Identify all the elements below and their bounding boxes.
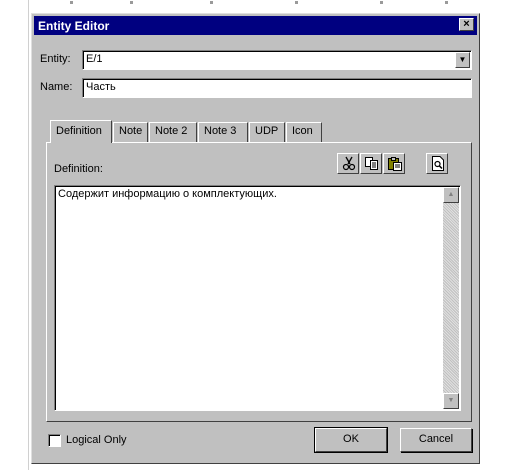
- name-input[interactable]: Часть: [82, 78, 472, 98]
- copy-icon: [365, 157, 378, 170]
- arrow-up-icon: ▲: [447, 191, 455, 198]
- tab-udp[interactable]: UDP: [249, 122, 285, 142]
- tab-note[interactable]: Note: [113, 122, 148, 142]
- cut-button[interactable]: [337, 153, 359, 174]
- cut-icon: [342, 156, 356, 171]
- dialog-title: Entity Editor: [38, 19, 110, 33]
- scroll-down-button[interactable]: ▼: [443, 393, 459, 409]
- definition-textarea[interactable]: Содержит информацию о комплектующих. ▲ ▼: [54, 185, 461, 411]
- entity-label: Entity:: [40, 53, 71, 65]
- paste-icon: [388, 157, 402, 171]
- copy-button[interactable]: [360, 153, 382, 174]
- name-label: Name:: [40, 81, 73, 93]
- tab-definition[interactable]: Definition: [50, 120, 112, 143]
- close-button[interactable]: ×: [459, 18, 474, 31]
- entity-combobox[interactable]: E/1 ▼: [82, 50, 472, 70]
- name-value: Часть: [86, 81, 116, 93]
- entity-dropdown-button[interactable]: ▼: [455, 52, 470, 68]
- tab-icon[interactable]: Icon: [286, 122, 322, 142]
- title-bar: Entity Editor ×: [34, 16, 477, 35]
- cancel-button[interactable]: Cancel: [400, 428, 472, 452]
- logical-only-checkbox[interactable]: [48, 434, 61, 447]
- entity-value: E/1: [86, 53, 103, 65]
- scroll-up-button[interactable]: ▲: [443, 187, 459, 203]
- chevron-down-icon: ▼: [458, 55, 467, 64]
- tab-note-3[interactable]: Note 3: [198, 122, 248, 142]
- definition-tab-panel: Definition: Содержит информацию о компле…: [46, 142, 472, 422]
- page-edge-artifacts: [60, 0, 460, 6]
- definition-label: Definition:: [54, 163, 103, 175]
- tab-note-2[interactable]: Note 2: [149, 122, 197, 142]
- preview-button[interactable]: [426, 153, 448, 174]
- definition-scrollbar[interactable]: ▲ ▼: [443, 187, 459, 409]
- definition-text: Содержит информацию о комплектующих.: [58, 188, 277, 200]
- page-left-rule: [28, 0, 29, 470]
- preview-icon: [432, 156, 444, 171]
- arrow-down-icon: ▼: [447, 397, 455, 404]
- close-icon: ×: [463, 18, 470, 30]
- ok-button[interactable]: OK: [314, 427, 388, 453]
- paste-button[interactable]: [383, 153, 405, 174]
- logical-only-label: Logical Only: [66, 434, 127, 446]
- entity-editor-dialog: Entity Editor × Entity: E/1 ▼ Name: Част…: [31, 13, 480, 464]
